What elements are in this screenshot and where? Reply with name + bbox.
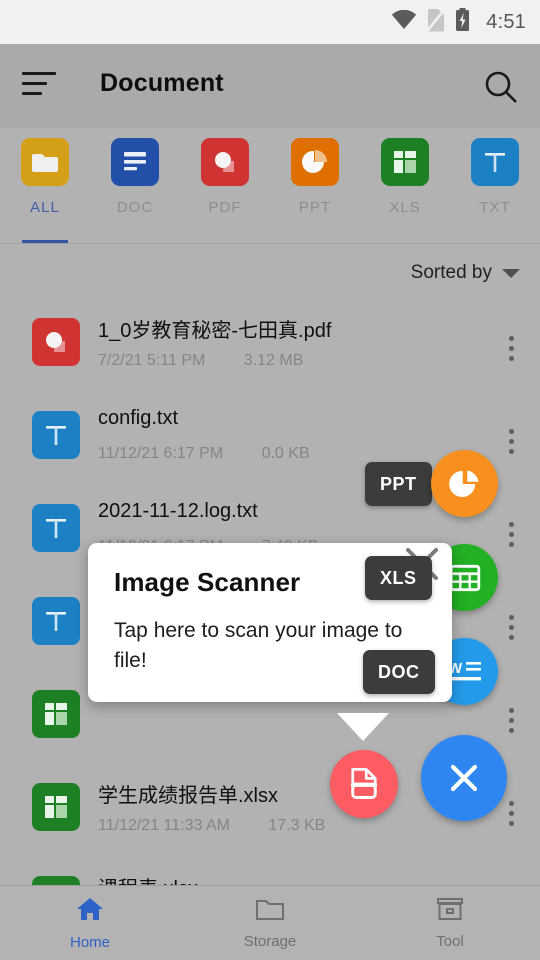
- excel-icon: [381, 138, 429, 186]
- toolbox-icon: [435, 896, 465, 927]
- nav-item-home-label: Home: [69, 934, 110, 951]
- search-icon[interactable]: [484, 70, 518, 104]
- excel-icon: [32, 690, 80, 738]
- tab-txt[interactable]: TXT: [450, 128, 540, 244]
- pdf-icon: [201, 138, 249, 186]
- folder-icon: [255, 896, 285, 927]
- file-date: 11/12/21 6:17 PM: [98, 445, 224, 462]
- page-title: Document: [100, 69, 224, 97]
- status-bar: 4:51: [0, 0, 540, 44]
- file-size: 0.0 KB: [261, 445, 310, 462]
- tab-doc-label: DOC: [116, 199, 154, 216]
- file-date: 11/12/21 11:33 AM: [98, 817, 230, 834]
- sort-menu-icon[interactable]: [22, 72, 56, 98]
- nav-item-home[interactable]: Home: [0, 886, 180, 960]
- table-row[interactable]: 1_0岁教育秘密-七田真.pdf 7/2/21 5:11 PM 3.12 MB: [0, 302, 540, 395]
- category-tabs: ALL DOC PDF PPT XLS TXT: [0, 128, 540, 244]
- row-overflow-menu-icon[interactable]: [509, 801, 514, 831]
- sim-off-icon: [426, 7, 447, 37]
- fab-label-ppt[interactable]: PPT: [365, 462, 432, 506]
- chevron-down-icon: [502, 268, 520, 278]
- bottom-navigation: Home Storage Tool: [0, 885, 540, 960]
- tab-pdf-label: PDF: [208, 199, 242, 216]
- status-bar-clock: 4:51: [486, 10, 526, 33]
- powerpoint-icon: [291, 138, 339, 186]
- row-overflow-menu-icon[interactable]: [509, 336, 514, 366]
- word-doc-icon: [111, 138, 159, 186]
- file-meta: 11/12/21 6:17 PM 0.0 KB: [98, 445, 310, 463]
- file-name: 课程表.xlsx: [98, 872, 198, 886]
- app-screen: 4:51 Document ALL DOC PDF PPT XLS TXT So…: [0, 0, 540, 960]
- menu-line-2: [22, 82, 47, 85]
- sort-label: Sorted by: [410, 262, 492, 283]
- row-overflow-menu-icon[interactable]: [509, 429, 514, 459]
- tab-xls[interactable]: XLS: [360, 128, 450, 244]
- file-size: 3.12 MB: [243, 352, 304, 369]
- fab-close-speed-dial[interactable]: [421, 735, 507, 821]
- file-meta: 7/2/21 5:11 PM 3.12 MB: [98, 352, 303, 370]
- fab-ppt[interactable]: [431, 450, 498, 517]
- row-overflow-menu-icon[interactable]: [509, 615, 514, 645]
- file-name: config.txt: [98, 407, 179, 429]
- app-bar: Document: [0, 44, 540, 128]
- nav-item-tool[interactable]: Tool: [360, 886, 540, 960]
- file-name: 1_0岁教育秘密-七田真.pdf: [98, 320, 332, 342]
- menu-line-1: [22, 72, 56, 75]
- nav-item-storage-label: Storage: [243, 933, 297, 950]
- text-icon: [471, 138, 519, 186]
- file-meta: 11/12/21 11:33 AM 17.3 KB: [98, 817, 325, 835]
- tab-all-label: ALL: [30, 199, 60, 216]
- tooltip-pointer: [337, 713, 389, 741]
- tab-ppt[interactable]: PPT: [270, 128, 360, 244]
- row-overflow-menu-icon[interactable]: [509, 708, 514, 738]
- menu-line-3: [22, 92, 42, 95]
- text-icon: [32, 411, 80, 459]
- tab-doc[interactable]: DOC: [90, 128, 180, 244]
- fab-image-scanner[interactable]: [330, 750, 398, 818]
- wifi-icon: [391, 9, 417, 35]
- folder-icon: [21, 138, 69, 186]
- table-row[interactable]: 课程表.xlsx: [0, 860, 540, 886]
- file-date: 7/2/21 5:11 PM: [98, 352, 206, 369]
- fab-label-xls[interactable]: XLS: [365, 556, 432, 600]
- file-name: 学生成绩报告单.xlsx: [98, 785, 278, 807]
- nav-item-storage[interactable]: Storage: [180, 886, 360, 960]
- pdf-icon: [32, 318, 80, 366]
- tab-ppt-label: PPT: [298, 199, 332, 216]
- row-overflow-menu-icon[interactable]: [509, 522, 514, 552]
- nav-item-tool-label: Tool: [436, 933, 464, 950]
- tab-xls-label: XLS: [389, 199, 421, 216]
- home-icon: [75, 895, 105, 928]
- text-icon: [32, 504, 80, 552]
- tab-all[interactable]: ALL: [0, 128, 90, 244]
- sort-control[interactable]: Sorted by: [411, 244, 520, 302]
- fab-label-doc[interactable]: DOC: [363, 650, 435, 694]
- tab-txt-label: TXT: [479, 199, 511, 216]
- text-icon: [32, 597, 80, 645]
- file-size: 17.3 KB: [268, 817, 326, 834]
- battery-charging-icon: [455, 7, 470, 37]
- file-name: 2021-11-12.log.txt: [98, 500, 258, 522]
- excel-icon: [32, 783, 80, 831]
- status-icons: 4:51: [391, 7, 526, 37]
- tab-pdf[interactable]: PDF: [180, 128, 270, 244]
